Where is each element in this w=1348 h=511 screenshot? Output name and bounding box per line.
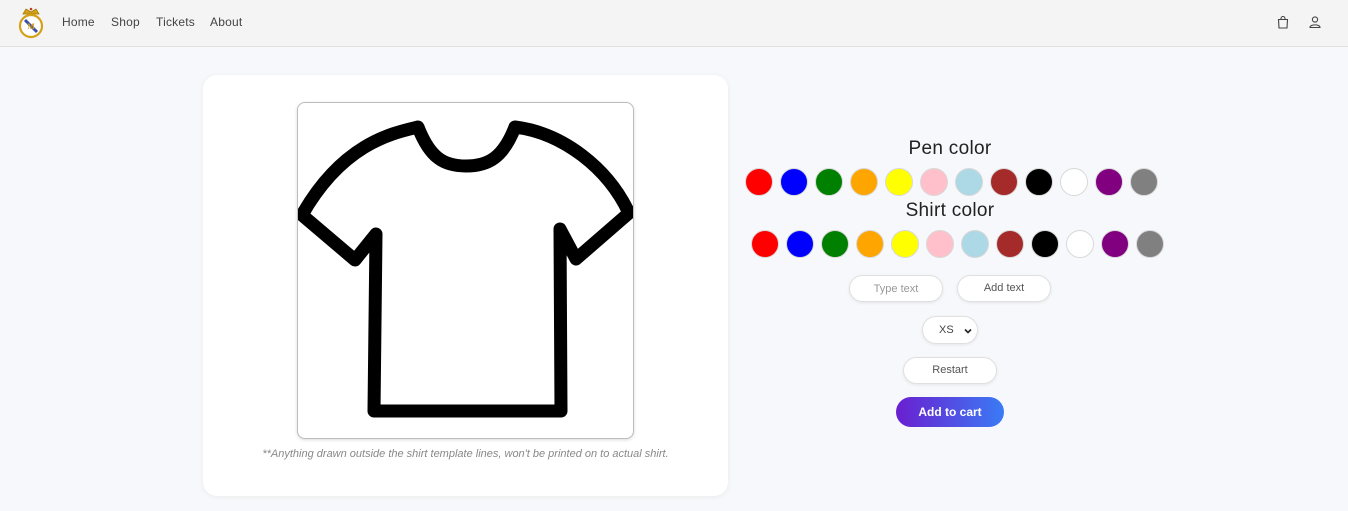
pen-color-swatch[interactable] xyxy=(990,168,1018,196)
add-to-cart-button[interactable]: Add to cart xyxy=(896,397,1004,427)
shirt-color-swatch[interactable] xyxy=(1066,230,1094,258)
nav-link-home[interactable]: Home xyxy=(62,15,95,29)
restart-button[interactable]: Restart xyxy=(903,357,997,384)
navbar: M Home Shop Tickets About xyxy=(0,0,1348,47)
designer-card: **Anything drawn outside the shirt templ… xyxy=(203,75,728,496)
pen-color-swatch[interactable] xyxy=(1025,168,1053,196)
user-icon[interactable] xyxy=(1308,15,1322,29)
size-select[interactable]: XS xyxy=(922,316,978,344)
chevron-down-icon xyxy=(964,328,972,334)
pen-color-swatch[interactable] xyxy=(745,168,773,196)
shirt-color-swatch[interactable] xyxy=(751,230,779,258)
bag-icon[interactable] xyxy=(1276,15,1290,29)
shirt-color-swatch[interactable] xyxy=(1101,230,1129,258)
shirt-color-swatch[interactable] xyxy=(856,230,884,258)
print-area-note: **Anything drawn outside the shirt templ… xyxy=(262,448,669,460)
nav-link-tickets[interactable]: Tickets xyxy=(156,15,195,29)
shirt-color-heading: Shirt color xyxy=(905,200,995,221)
size-select-value: XS xyxy=(939,324,954,336)
pen-color-swatch[interactable] xyxy=(780,168,808,196)
shirt-color-swatches xyxy=(751,230,1171,258)
club-crest-logo[interactable]: M xyxy=(18,6,44,40)
shirt-template-outline xyxy=(295,120,636,418)
pen-color-swatch[interactable] xyxy=(920,168,948,196)
pen-color-swatch[interactable] xyxy=(850,168,878,196)
pen-color-swatch[interactable] xyxy=(885,168,913,196)
shirt-color-swatch[interactable] xyxy=(821,230,849,258)
shirt-color-swatch[interactable] xyxy=(996,230,1024,258)
pen-color-swatch[interactable] xyxy=(955,168,983,196)
pen-color-swatch[interactable] xyxy=(1130,168,1158,196)
shirt-color-swatch[interactable] xyxy=(1136,230,1164,258)
shirt-color-swatch[interactable] xyxy=(1031,230,1059,258)
drawing-canvas[interactable] xyxy=(295,102,636,439)
shirt-color-swatch[interactable] xyxy=(891,230,919,258)
svg-text:M: M xyxy=(27,22,35,31)
pen-color-heading: Pen color xyxy=(908,138,992,159)
shirt-color-swatch[interactable] xyxy=(786,230,814,258)
pen-color-swatches xyxy=(745,168,1165,196)
shirt-path xyxy=(295,120,636,418)
pen-color-swatch[interactable] xyxy=(1095,168,1123,196)
text-input[interactable] xyxy=(849,275,943,302)
pen-color-swatch[interactable] xyxy=(1060,168,1088,196)
shirt-color-swatch[interactable] xyxy=(926,230,954,258)
pen-color-swatch[interactable] xyxy=(815,168,843,196)
shirt-color-swatch[interactable] xyxy=(961,230,989,258)
nav-link-shop[interactable]: Shop xyxy=(111,15,140,29)
add-text-button[interactable]: Add text xyxy=(957,275,1051,302)
nav-link-about[interactable]: About xyxy=(210,15,242,29)
